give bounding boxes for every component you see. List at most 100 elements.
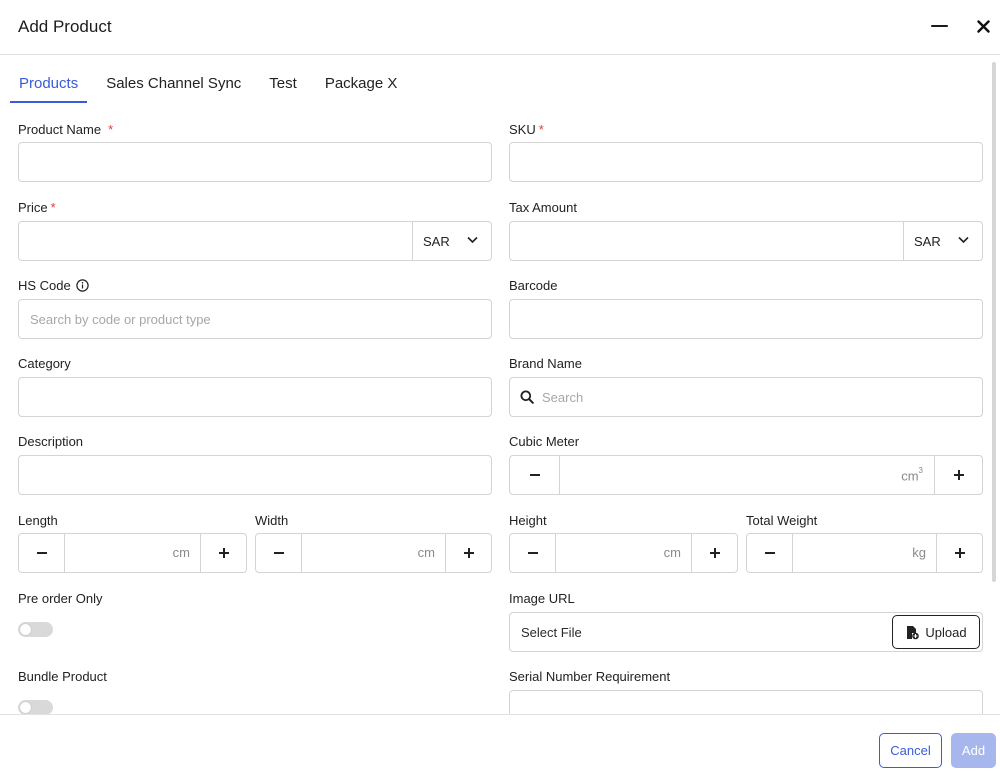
price-currency-select[interactable]: SAR: [412, 222, 491, 260]
width-stepper[interactable]: cm: [255, 533, 492, 573]
category-label-text: Category: [18, 356, 71, 371]
bundle-product-label-text: Bundle Product: [18, 669, 107, 684]
minus-icon: [36, 552, 47, 554]
pre-order-label-text: Pre order Only: [18, 591, 103, 606]
minus-icon: [273, 552, 284, 554]
total-weight-decrement-button[interactable]: [747, 534, 793, 572]
brand-name-label: Brand Name: [509, 356, 582, 371]
sku-label: SKU *: [509, 122, 544, 137]
image-url-label: Image URL: [509, 591, 575, 606]
upload-button[interactable]: Upload: [892, 615, 980, 649]
sku-input[interactable]: [509, 142, 983, 182]
plus-icon: [463, 548, 474, 558]
width-label: Width: [255, 513, 288, 528]
width-increment-button[interactable]: [445, 534, 491, 572]
brand-name-label-text: Brand Name: [509, 356, 582, 371]
image-url-file-input[interactable]: Select File Upload: [509, 612, 983, 652]
hs-code-search-input[interactable]: Search by code or product type: [18, 299, 492, 339]
minus-icon: [764, 552, 775, 554]
cancel-button[interactable]: Cancel: [879, 733, 942, 768]
product-name-label-text: Product Name: [18, 122, 102, 137]
cubic-meter-stepper[interactable]: cm3: [509, 455, 983, 495]
cubic-meter-unit: cm3: [901, 466, 923, 484]
brand-name-placeholder: Search: [542, 389, 584, 405]
plus-icon: [954, 548, 965, 558]
scrollbar-thumb[interactable]: [992, 62, 996, 582]
form-body: Products Sales Channel Sync Test Package…: [0, 0, 1000, 714]
required-marker: *: [50, 200, 56, 215]
plus-icon: [709, 548, 720, 558]
search-icon: [510, 390, 534, 404]
width-label-text: Width: [255, 513, 289, 528]
price-currency-value: SAR: [423, 233, 450, 249]
cubic-meter-label: Cubic Meter: [509, 434, 579, 449]
cubic-meter-decrement-button[interactable]: [510, 456, 560, 494]
bundle-product-toggle[interactable]: [18, 700, 53, 714]
tax-currency-value: SAR: [914, 233, 941, 249]
product-name-label: Product Name *: [18, 122, 113, 137]
barcode-label-text: Barcode: [509, 278, 558, 293]
description-label-text: Description: [18, 434, 84, 449]
description-label: Description: [18, 434, 83, 449]
tab-sales-channel-sync[interactable]: Sales Channel Sync: [97, 62, 250, 103]
width-decrement-button[interactable]: [256, 534, 302, 572]
price-input[interactable]: SAR: [18, 221, 492, 261]
length-increment-button[interactable]: [200, 534, 246, 572]
total-weight-increment-button[interactable]: [936, 534, 982, 572]
serial-number-select[interactable]: [509, 690, 983, 714]
file-upload-icon: [905, 625, 920, 640]
toggle-knob: [20, 702, 31, 713]
bundle-product-label: Bundle Product: [18, 669, 107, 684]
length-stepper[interactable]: cm: [18, 533, 247, 573]
description-input[interactable]: [18, 455, 492, 495]
brand-name-search-input[interactable]: Search: [509, 377, 983, 417]
chevron-down-icon: [467, 236, 478, 244]
serial-number-label: Serial Number Requirement: [509, 669, 670, 684]
tab-products[interactable]: Products: [10, 62, 88, 103]
total-weight-label-text: Total Weight: [746, 513, 818, 528]
total-weight-stepper[interactable]: kg: [746, 533, 983, 573]
length-label-text: Length: [18, 513, 58, 528]
sku-label-text: SKU: [509, 122, 536, 137]
image-url-label-text: Image URL: [509, 591, 575, 606]
plus-icon: [218, 548, 229, 558]
tax-currency-select[interactable]: SAR: [903, 222, 982, 260]
barcode-input[interactable]: [509, 299, 983, 339]
height-increment-button[interactable]: [691, 534, 737, 572]
tab-test[interactable]: Test: [260, 62, 306, 103]
info-icon[interactable]: [76, 279, 89, 292]
pre-order-toggle[interactable]: [18, 622, 53, 637]
tab-bar: Products Sales Channel Sync Test Package…: [10, 62, 416, 104]
tax-amount-label: Tax Amount: [509, 200, 577, 215]
tax-amount-label-text: Tax Amount: [509, 200, 577, 215]
height-decrement-button[interactable]: [510, 534, 556, 572]
category-label: Category: [18, 356, 71, 371]
product-name-input[interactable]: [18, 142, 492, 182]
category-input[interactable]: [18, 377, 492, 417]
cubic-meter-unit-text: cm: [901, 468, 919, 484]
height-label-text: Height: [509, 513, 547, 528]
length-decrement-button[interactable]: [19, 534, 65, 572]
total-weight-unit: kg: [912, 545, 926, 560]
chevron-down-icon: [958, 236, 969, 244]
plus-icon: [953, 470, 964, 480]
height-label: Height: [509, 513, 547, 528]
dialog-footer: Cancel Add: [0, 714, 1000, 778]
toggle-knob: [20, 624, 31, 635]
minus-icon: [527, 552, 538, 554]
height-stepper[interactable]: cm: [509, 533, 738, 573]
price-label-text: Price: [18, 200, 48, 215]
image-url-file-value: Select File: [521, 624, 582, 640]
serial-number-label-text: Serial Number Requirement: [509, 669, 671, 684]
required-marker: *: [538, 122, 544, 137]
required-marker: *: [108, 122, 114, 137]
cubic-meter-unit-sup: 3: [918, 466, 923, 475]
minus-icon: [529, 474, 540, 476]
add-button[interactable]: Add: [951, 733, 996, 768]
hs-code-label-text: HS Code: [18, 278, 71, 293]
tax-amount-input[interactable]: SAR: [509, 221, 983, 261]
barcode-label: Barcode: [509, 278, 557, 293]
cubic-meter-increment-button[interactable]: [934, 456, 982, 494]
cubic-meter-label-text: Cubic Meter: [509, 434, 580, 449]
tab-package-x[interactable]: Package X: [316, 62, 407, 103]
